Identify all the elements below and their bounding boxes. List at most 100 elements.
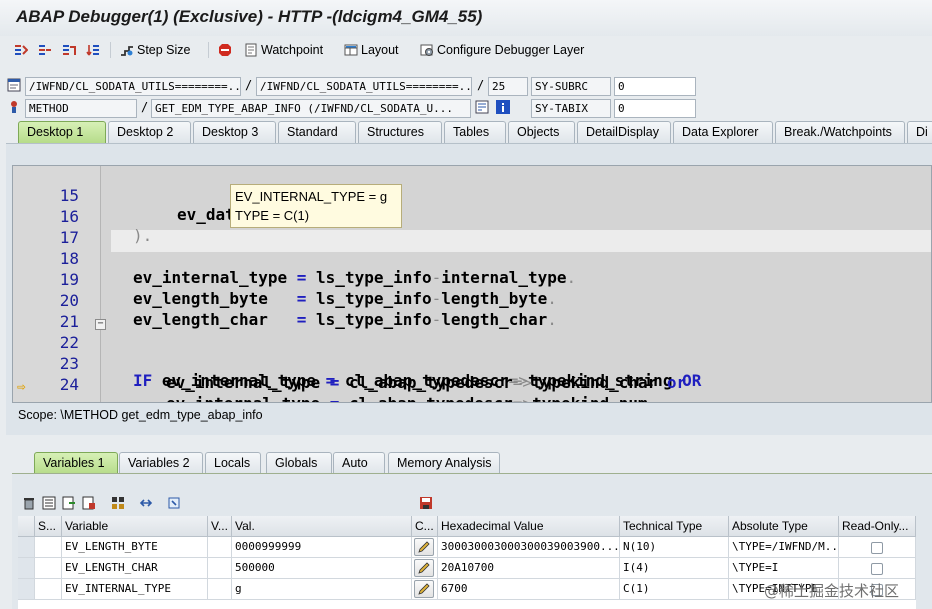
tab-variables-2[interactable]: Variables 2 [119, 452, 203, 474]
variable-name-cell[interactable]: EV_INTERNAL_TYPE [62, 579, 208, 600]
layout-label: Layout [361, 43, 399, 57]
tab-objects[interactable]: Objects [508, 121, 575, 143]
tab-desktop-2[interactable]: Desktop 2 [108, 121, 191, 143]
code-line: 24 ev_internal_type = cl_abap_typedescr=… [59, 375, 658, 402]
method-icon [7, 100, 21, 114]
edit-pencil-icon[interactable] [414, 559, 434, 577]
col-header-read-only[interactable]: Read-Only... [839, 516, 916, 537]
variable-name-cell[interactable]: EV_LENGTH_CHAR [62, 558, 208, 579]
col-header-status[interactable]: S... [35, 516, 62, 537]
code-line: 16 ). [59, 207, 153, 245]
tab-standard[interactable]: Standard [278, 121, 356, 143]
return-icon [62, 43, 76, 57]
row-selector[interactable] [18, 537, 35, 558]
hex-value-cell: 20A10700 [438, 558, 620, 579]
tab-desktop-1[interactable]: Desktop 1 [18, 121, 106, 143]
sy-subrc-value[interactable]: 0 [614, 77, 696, 96]
display-source-icon[interactable] [475, 100, 489, 114]
watermark: @稀土掘金技术社区 [764, 582, 900, 600]
value-cell[interactable]: 500000 [232, 558, 412, 579]
variable-name-cell[interactable]: EV_LENGTH_BYTE [62, 537, 208, 558]
value-cell[interactable]: g [232, 579, 412, 600]
configure-debugger-layer-button[interactable]: Configure Debugger Layer [420, 41, 584, 59]
tab-tables[interactable]: Tables [444, 121, 506, 143]
program-field[interactable]: /IWFND/CL_SODATA_UTILS========... [25, 77, 241, 96]
info-icon[interactable] [496, 100, 510, 114]
code-line: 23 ev_internal_type = cl_abap_typedescr=… [59, 354, 687, 392]
collapse-icon[interactable]: − [95, 319, 106, 330]
col-header-v[interactable]: V... [208, 516, 232, 537]
tab-di[interactable]: Di [907, 121, 932, 143]
configure-icon [420, 43, 434, 57]
current-statement-arrow-icon: ⇨ [17, 379, 26, 395]
watchpoint-icon [244, 43, 258, 57]
code-line: 22 − IF ev_internal_type = cl_abap_typed… [59, 318, 702, 391]
technical-type-cell: I(4) [620, 558, 729, 579]
tab-locals[interactable]: Locals [205, 452, 261, 474]
tooltip-line-2: TYPE = C(1) [235, 208, 310, 223]
execute-button[interactable] [38, 41, 52, 59]
layout-button[interactable]: Layout [344, 41, 399, 59]
watchpoint-button[interactable]: Watchpoint [244, 41, 323, 59]
title-bar: ABAP Debugger(1) (Exclusive) - HTTP -(ld… [0, 0, 932, 36]
layout-icon [344, 43, 358, 57]
sy-subrc-label: SY-SUBRC [531, 77, 611, 96]
list-icon[interactable] [42, 496, 56, 510]
tab-desktop-3[interactable]: Desktop 3 [193, 121, 276, 143]
variable-tabs: Variables 1 Variables 2 Locals Globals A… [0, 452, 932, 474]
move-icon[interactable] [139, 496, 153, 510]
watchpoint-label: Watchpoint [261, 43, 324, 57]
edit-pencil-icon[interactable] [414, 580, 434, 598]
tab-structures[interactable]: Structures [358, 121, 442, 143]
event-type-field[interactable]: METHOD [25, 99, 137, 118]
col-header-technical-type[interactable]: Technical Type [620, 516, 729, 537]
tab-detaildisplay[interactable]: DetailDisplay [577, 121, 671, 143]
row-selector[interactable] [18, 558, 35, 579]
code-line: 15 ev_data = ls_type_info [59, 186, 389, 224]
tab-variables-1[interactable]: Variables 1 [34, 452, 118, 474]
line-number-field[interactable]: 25 [488, 77, 528, 96]
delete-icon[interactable] [22, 496, 36, 510]
value-cell[interactable]: 0000999999 [232, 537, 412, 558]
code-line: 21 [59, 312, 79, 331]
tab-data-explorer[interactable]: Data Explorer [673, 121, 773, 143]
configure-label: Configure Debugger Layer [437, 43, 585, 57]
edit-pencil-icon[interactable] [414, 538, 434, 556]
variables-icon[interactable] [111, 496, 125, 510]
step-size-icon [120, 43, 134, 57]
read-only-checkbox[interactable] [871, 563, 883, 575]
variable-tooltip: EV_INTERNAL_TYPE = g TYPE = C(1) [230, 184, 402, 228]
col-header-variable[interactable]: Variable [62, 516, 208, 537]
tab-auto[interactable]: Auto [333, 452, 385, 474]
read-only-checkbox[interactable] [871, 542, 883, 554]
event-field[interactable]: GET_EDM_TYPE_ABAP_INFO (/IWFND/CL_SODATA… [151, 99, 471, 118]
import-icon[interactable] [62, 496, 76, 510]
debugger-toolbar: Step Size Watchpoint Layout Configure De… [0, 38, 932, 62]
col-header-change[interactable]: C... [412, 516, 438, 537]
hex-value-cell: 6700 [438, 579, 620, 600]
tab-break-watchpoints[interactable]: Break./Watchpoints [775, 121, 905, 143]
navigate-icon[interactable] [167, 496, 181, 510]
tab-memory-analysis[interactable]: Memory Analysis [388, 452, 500, 474]
return-button[interactable] [62, 41, 76, 59]
save-icon[interactable] [419, 496, 433, 510]
row-selector[interactable] [18, 579, 35, 600]
step-size-button[interactable]: Step Size [120, 41, 191, 59]
grid-toolbar [0, 493, 932, 513]
col-header-absolute-type[interactable]: Absolute Type [729, 516, 839, 537]
col-header-value[interactable]: Val. [232, 516, 412, 537]
col-header-hex[interactable]: Hexadecimal Value [438, 516, 620, 537]
source-code-editor[interactable]: 15 ev_data = ls_type_info 16 ). 17 18 ev… [12, 165, 932, 403]
hex-value-cell: 300030003000300039003900... [438, 537, 620, 558]
tab-globals[interactable]: Globals [266, 452, 332, 474]
program-icon [7, 78, 21, 92]
absolute-type-cell[interactable]: \TYPE=I [729, 558, 839, 579]
single-step-icon [14, 43, 29, 57]
export-icon[interactable] [82, 496, 96, 510]
sy-tabix-value[interactable]: 0 [614, 99, 696, 118]
include-field[interactable]: /IWFND/CL_SODATA_UTILS========... [256, 77, 472, 96]
single-step-button[interactable] [14, 41, 29, 59]
continue-button[interactable] [86, 41, 100, 59]
absolute-type-cell[interactable]: \TYPE=/IWFND/M... [729, 537, 839, 558]
stop-button[interactable] [218, 41, 232, 59]
